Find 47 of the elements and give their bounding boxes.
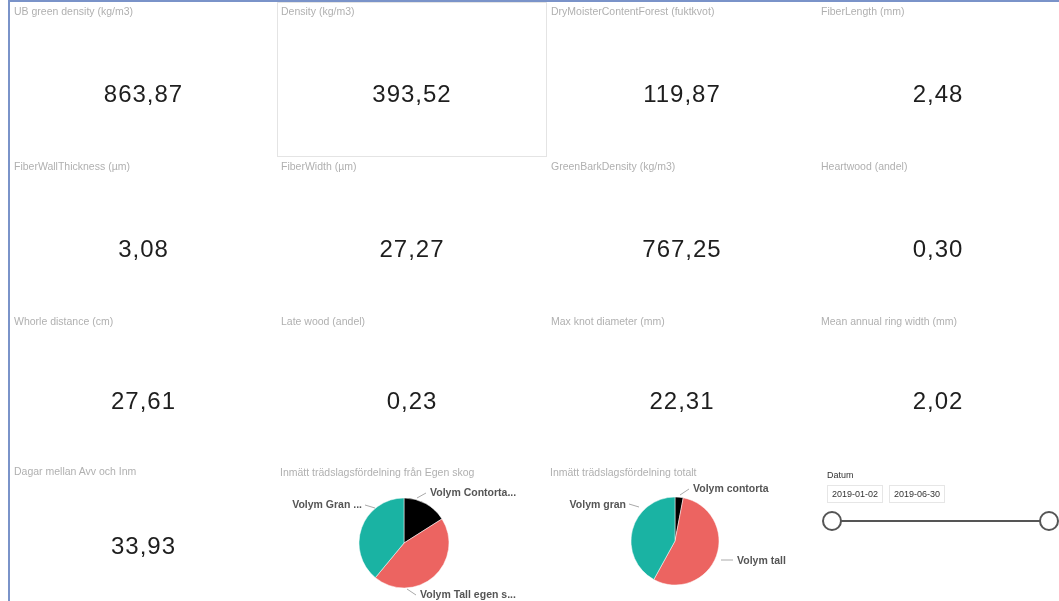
slider-handle[interactable] [822,511,842,531]
chart-title: Inmätt trädslagsfördelning totalt [550,466,697,478]
slice-label: Volym tall [737,554,786,566]
slice-label: Volym Contorta... [430,486,517,498]
card-value: 2,02 [912,387,964,415]
card-value: 27,27 [379,234,445,263]
card-title: FiberLength (mm) [821,5,905,17]
leader-line [628,503,640,508]
card-value: 2,48 [912,79,964,108]
card-value: 33,93 [110,531,177,560]
slice-label: Volym Gran ... [292,498,362,510]
card-title: UB green density (kg/m3) [14,5,134,17]
slicer-title: Datum [827,470,854,480]
leader-line [364,504,376,509]
leader-line [406,588,417,596]
card-value: 3,08 [118,234,169,263]
card-title: Late wood (andel) [281,315,366,327]
card-title: Max knot diameter (mm) [551,315,665,327]
card-title: Heartwood (andel) [821,160,908,172]
start-date-field[interactable]: 2019-01-02 [827,485,884,503]
card-title: Whorle distance (cm) [14,315,114,327]
card-title: Mean annual ring width (mm) [821,315,957,327]
leader-line [720,559,734,561]
slice-label: Volym Tall egen s... [420,588,516,600]
pie-slice[interactable] [375,518,450,589]
card-title: FiberWidth (µm) [281,160,357,172]
card-value: 119,87 [643,79,721,108]
slice-label: Volym contorta [693,482,769,494]
chart-title: Inmätt trädslagsfördelning från Egen skog [280,466,475,478]
end-date-field[interactable]: 2019-06-30 [889,485,946,503]
card-title: Density (kg/m3) [281,5,355,17]
card-value: 22,31 [649,387,715,415]
card-title: FiberWallThickness (µm) [14,160,130,172]
slice-label: Volym gran [569,498,626,510]
leader-line [679,488,690,496]
card-value: 27,61 [110,387,177,415]
card-title: Dagar mellan Avv och Inm [14,465,137,477]
card-value: 0,23 [386,387,438,415]
slider-handle[interactable] [1039,511,1059,531]
leader-line [416,492,427,499]
card-value: 863,87 [103,79,184,108]
card-value: 767,25 [642,234,722,263]
card-title: GreenBarkDensity (kg/m3) [551,160,676,172]
card-value: 393,52 [372,79,452,108]
card-title: DryMoisterContentForest (fuktkvot) [551,5,715,17]
pie-slice[interactable] [403,497,443,544]
card-value: 0,30 [912,234,964,263]
